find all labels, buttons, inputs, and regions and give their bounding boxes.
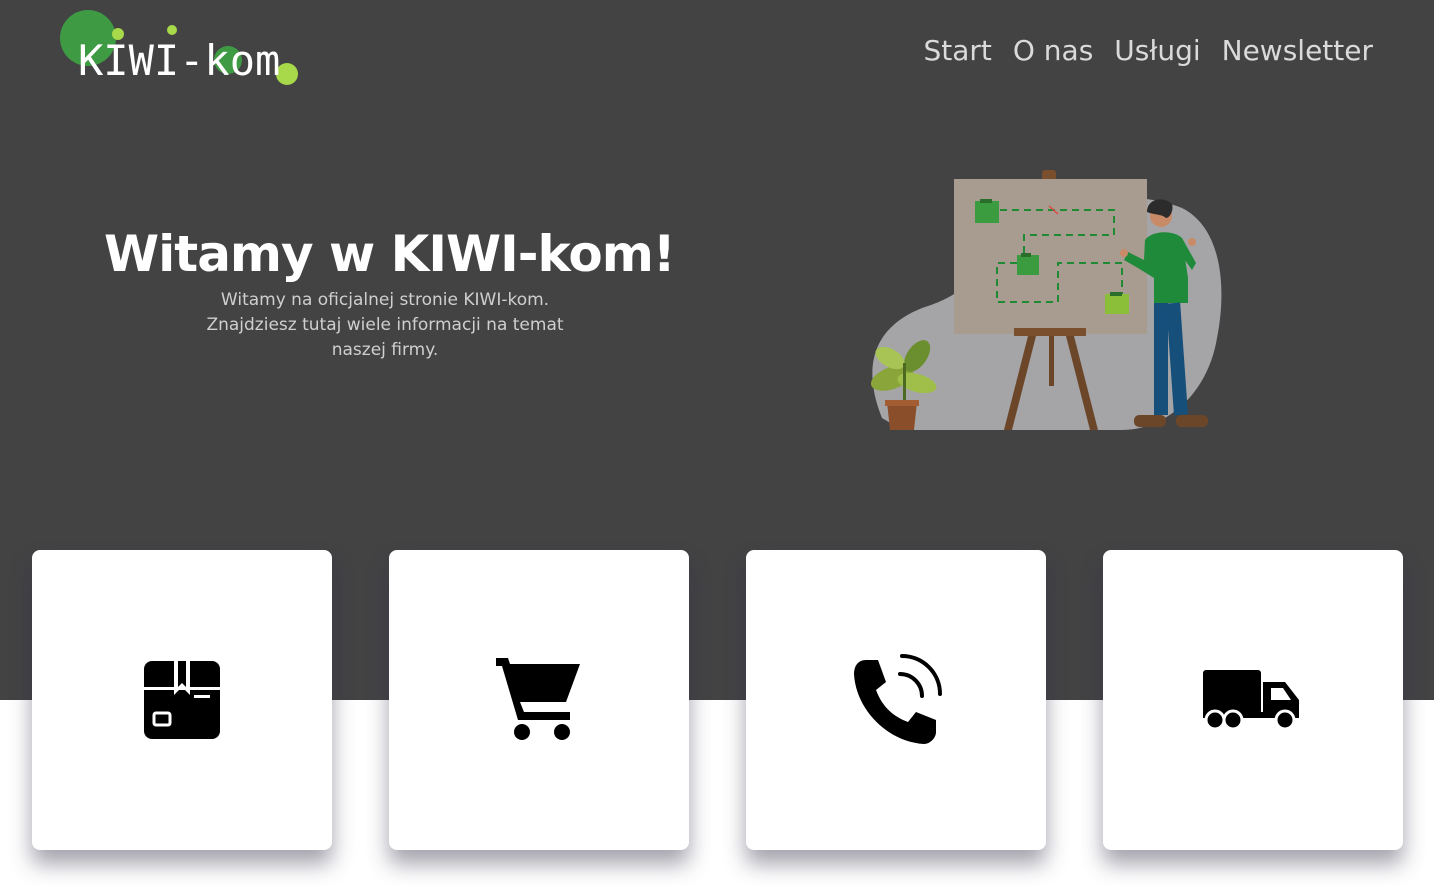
nav-item-uslugi[interactable]: Usługi — [1114, 31, 1200, 71]
card-cart[interactable] — [389, 550, 689, 850]
nav-item-o-nas[interactable]: O nas — [1013, 31, 1093, 71]
page-title: Witamy w KIWI-kom! — [104, 225, 676, 283]
shopping-cart-icon — [496, 658, 580, 740]
hero-subtitle: Witamy na oficjalnej stronie KIWI-kom. Z… — [206, 290, 564, 360]
nav-item-start[interactable]: Start — [923, 31, 991, 71]
package-icon — [144, 661, 220, 739]
presentation-board-illustration — [870, 170, 1222, 430]
logo[interactable]: KIWI-kom — [58, 8, 308, 93]
card-package[interactable] — [32, 550, 332, 850]
card-phone[interactable] — [746, 550, 1046, 850]
nav-item-newsletter[interactable]: Newsletter — [1222, 31, 1373, 71]
logo-text: KIWI-kom — [78, 36, 281, 85]
delivery-truck-icon — [1203, 670, 1299, 730]
phone-call-icon — [854, 654, 942, 744]
card-delivery[interactable] — [1103, 550, 1403, 850]
main-nav: Start O nas Usługi Newsletter — [923, 31, 1373, 71]
